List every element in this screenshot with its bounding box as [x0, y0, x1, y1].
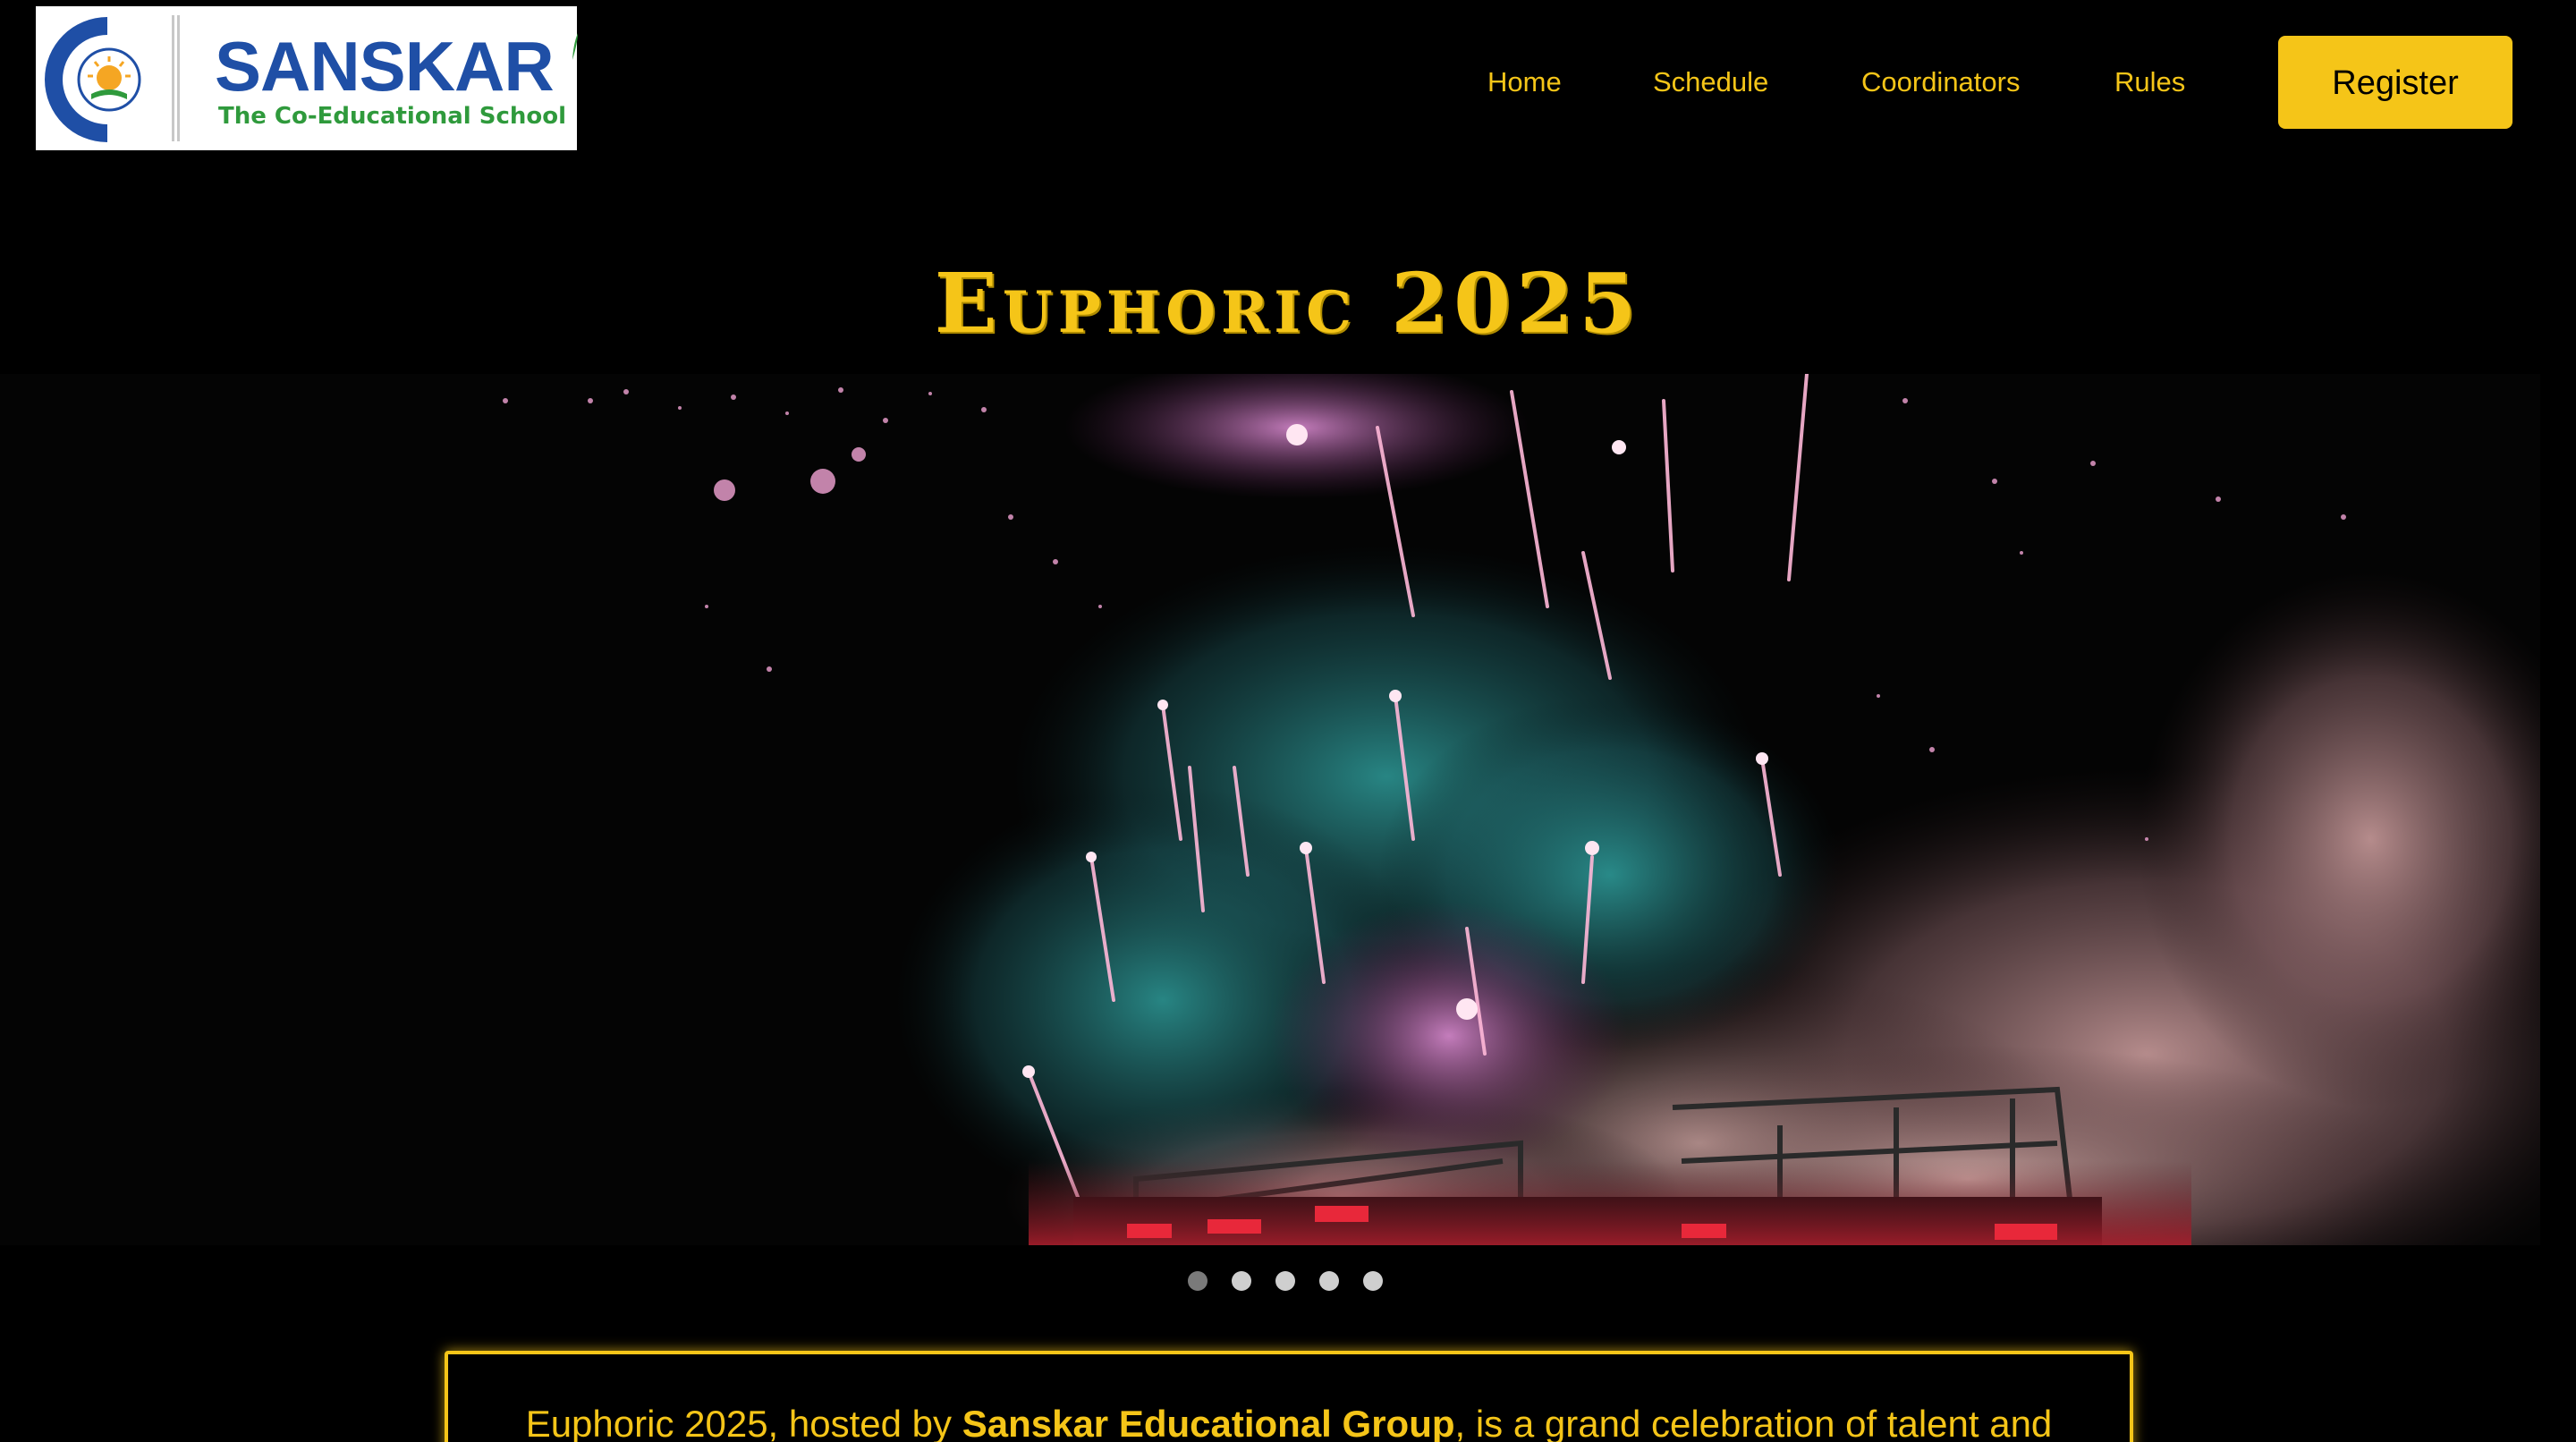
- fireworks-night-sky-image: [0, 374, 2540, 1245]
- main-nav: Home Schedule Coordinators Rules: [0, 63, 2576, 102]
- slider-dot-4[interactable]: [1319, 1271, 1339, 1291]
- image-slider[interactable]: [0, 374, 2540, 1245]
- nav-schedule[interactable]: Schedule: [1653, 63, 1768, 102]
- nav-coordinators[interactable]: Coordinators: [1861, 63, 2020, 102]
- about-text: Euphoric 2025, hosted by Sanskar Educati…: [448, 1399, 2130, 1442]
- logo-tagline: The Co-Educational School: [218, 103, 567, 130]
- about-text-prefix: Euphoric 2025, hosted by: [525, 1403, 962, 1442]
- register-button[interactable]: Register: [2278, 36, 2512, 129]
- nav-home[interactable]: Home: [1487, 63, 1562, 102]
- page: SANSKAR The Co-Educational School Home S…: [0, 0, 2576, 1442]
- nav-rules[interactable]: Rules: [2114, 63, 2185, 102]
- about-box: Euphoric 2025, hosted by Sanskar Educati…: [445, 1351, 2133, 1442]
- slider-dot-3[interactable]: [1275, 1271, 1295, 1291]
- slider-dot-2[interactable]: [1232, 1271, 1251, 1291]
- slider-dot-5[interactable]: [1363, 1271, 1383, 1291]
- about-text-suffix: , is a grand celebration of talent and: [1454, 1403, 2053, 1442]
- page-title: Euphoric 2025: [934, 255, 1642, 352]
- slider-dot-1[interactable]: [1188, 1271, 1208, 1291]
- about-host: Sanskar Educational Group: [962, 1403, 1455, 1442]
- leaf-icon: [572, 33, 578, 60]
